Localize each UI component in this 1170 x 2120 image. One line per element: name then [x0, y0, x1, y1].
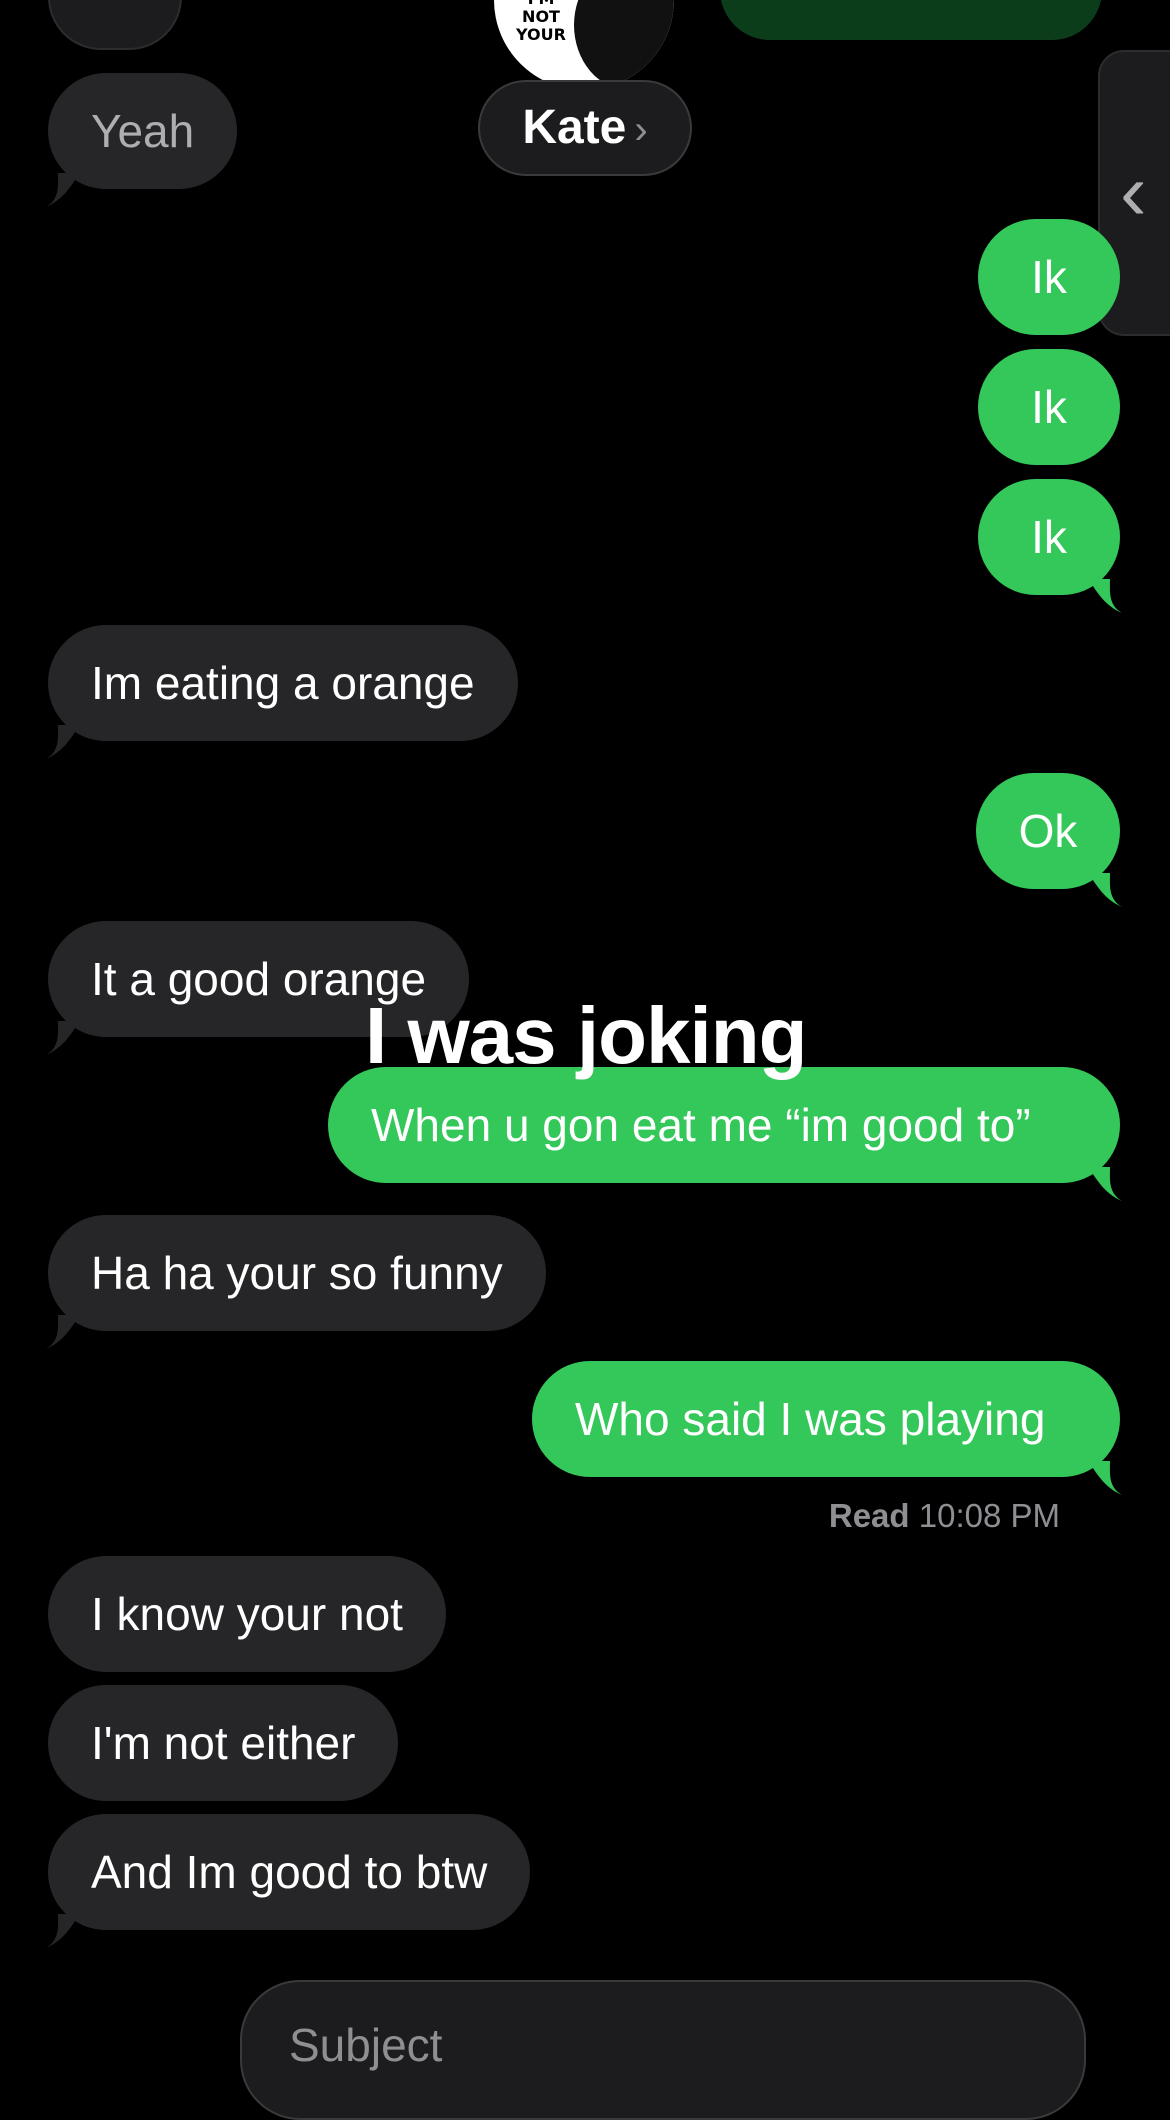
- chevron-right-icon: ›: [634, 108, 648, 152]
- contact-name-button[interactable]: Kate ›: [478, 80, 692, 176]
- outgoing-message[interactable]: Ik: [978, 349, 1120, 465]
- incoming-message[interactable]: I'm not either: [48, 1685, 399, 1801]
- outgoing-message[interactable]: Ok: [976, 773, 1122, 907]
- bubble-tail: [1088, 873, 1122, 907]
- incoming-message[interactable]: I know your not: [48, 1556, 446, 1672]
- message-text: When u gon eat me “im good to”: [371, 1099, 1031, 1151]
- message-text: I know your not: [91, 1588, 403, 1640]
- incoming-message[interactable]: Ha ha your so funny: [46, 1215, 546, 1349]
- message-text: Who said I was playing: [575, 1393, 1046, 1445]
- contact-name: Kate: [522, 101, 627, 154]
- message-text: Ha ha your so funny: [91, 1247, 503, 1299]
- message-text: Im eating a orange: [91, 657, 475, 709]
- incoming-message[interactable]: And Im good to btw: [46, 1814, 531, 1948]
- bubble-tail: [46, 173, 80, 207]
- message-text: I'm not either: [91, 1717, 356, 1769]
- overlay-caption: I was joking: [365, 991, 807, 1080]
- avatar-figure: [574, 0, 674, 90]
- chevron-left-icon: ‹: [1120, 147, 1147, 236]
- bubble-tail: [46, 1914, 80, 1948]
- back-button[interactable]: [48, 0, 182, 50]
- outgoing-message[interactable]: Ik: [978, 219, 1120, 335]
- bubble-tail: [46, 725, 80, 759]
- message-text: Yeah: [91, 105, 195, 157]
- avatar-caption: I'M NOT YOUR: [516, 0, 566, 44]
- read-receipt: Read 10:08 PM: [829, 1497, 1060, 1535]
- message-text: Ik: [1031, 381, 1067, 433]
- incoming-message[interactable]: Im eating a orange: [46, 625, 518, 759]
- outgoing-message[interactable]: Who said I was playing: [532, 1361, 1122, 1495]
- bubble-tail: [46, 1021, 80, 1055]
- message-text: Ik: [1031, 251, 1067, 303]
- message-text: Ik: [1031, 511, 1067, 563]
- outgoing-message[interactable]: Ik: [978, 479, 1122, 613]
- bubble-tail: [1088, 579, 1122, 613]
- subject-input[interactable]: [287, 2014, 991, 2076]
- bubble-tail: [46, 1315, 80, 1349]
- bubble-tail: [1088, 1167, 1122, 1201]
- message-text: And Im good to btw: [91, 1846, 488, 1898]
- compose-box[interactable]: [240, 1980, 1086, 2120]
- outgoing-message[interactable]: When u gon eat me “im good to”: [328, 1067, 1122, 1201]
- contact-avatar[interactable]: I'M NOT YOUR: [494, 0, 674, 90]
- read-time: 10:08 PM: [918, 1497, 1060, 1534]
- incoming-message[interactable]: Yeah: [46, 73, 238, 207]
- message-text: Ok: [1018, 805, 1078, 857]
- previous-outgoing-bubble: [720, 0, 1102, 40]
- read-label: Read: [828, 1497, 910, 1534]
- bubble-tail: [1088, 1461, 1122, 1495]
